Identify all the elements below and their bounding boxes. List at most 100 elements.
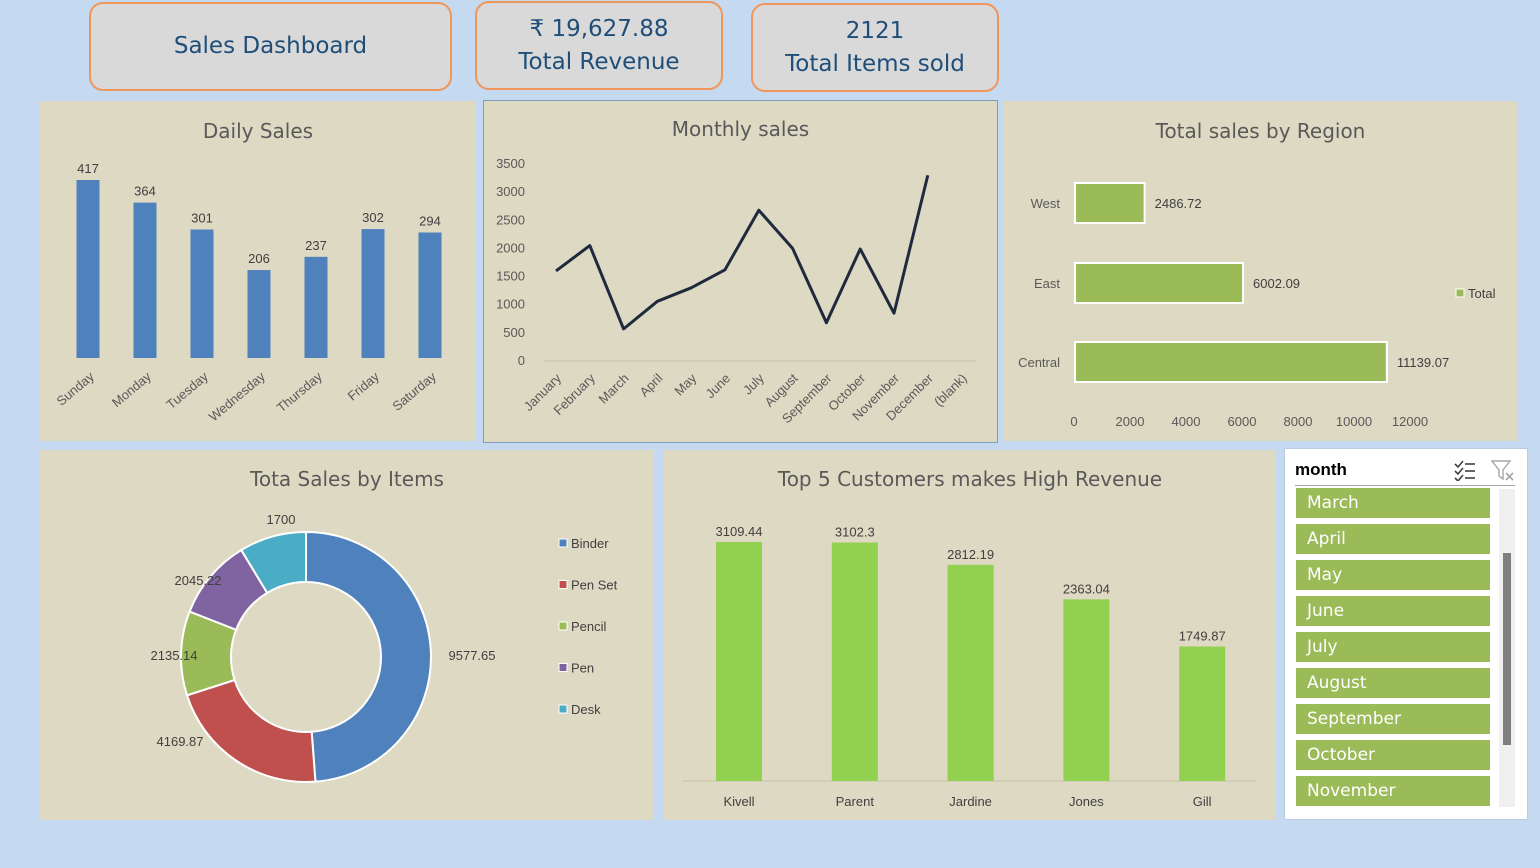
region-x-tick: 10000 bbox=[1336, 414, 1372, 429]
donut-data-label: 2045.22 bbox=[175, 573, 222, 588]
daily-x-tick: Tuesday bbox=[163, 368, 211, 412]
daily-bar bbox=[304, 256, 328, 358]
region-sales-chart: 2486.72 West 6002.09 East 11139.07 Central 0 20… bbox=[1018, 182, 1496, 429]
customer-bar bbox=[1063, 599, 1110, 781]
daily-x-tick: Wednesday bbox=[206, 368, 268, 424]
daily-data-label: 417 bbox=[77, 161, 99, 176]
donut-legend-label: Binder bbox=[571, 536, 609, 551]
daily-x-tick: Thursday bbox=[274, 368, 326, 415]
daily-x-tick: Friday bbox=[345, 368, 383, 403]
daily-data-label: 237 bbox=[305, 238, 327, 253]
daily-bar bbox=[418, 232, 442, 358]
customer-x-tick: Gill bbox=[1193, 794, 1212, 809]
monthly-x-tick: May bbox=[671, 370, 699, 398]
region-bar bbox=[1074, 262, 1245, 304]
region-legend-label: Total bbox=[1468, 286, 1496, 301]
donut-slice bbox=[185, 678, 317, 783]
customer-data-label: 1749.87 bbox=[1179, 629, 1226, 644]
monthly-x-tick: June bbox=[703, 371, 734, 402]
region-x-tick: 6000 bbox=[1228, 414, 1257, 429]
daily-x-tick: Monday bbox=[109, 368, 154, 410]
multi-select-icon[interactable] bbox=[1453, 459, 1477, 481]
region-x-tick: 2000 bbox=[1116, 414, 1145, 429]
donut-data-label: 9577.65 bbox=[449, 648, 496, 663]
monthly-x-tick: April bbox=[637, 370, 666, 399]
monthly-y-tick: 1500 bbox=[496, 269, 525, 284]
slicer-item-october[interactable]: October bbox=[1295, 739, 1491, 771]
items-sales-panel[interactable]: Tota Sales by Items 9577.65 4169.87 2135.1… bbox=[40, 450, 654, 820]
slicer-item-march[interactable]: March bbox=[1295, 487, 1491, 519]
total-revenue-value: ₹ 19,627.88 bbox=[529, 15, 669, 42]
total-items-card: 2121 Total Items sold bbox=[751, 3, 999, 92]
daily-x-tick: Saturday bbox=[389, 368, 439, 413]
slicer-item-may[interactable]: May bbox=[1295, 559, 1491, 591]
slicer-title: month bbox=[1295, 460, 1347, 479]
total-items-label: Total Items sold bbox=[785, 50, 965, 77]
daily-data-label: 301 bbox=[191, 211, 213, 226]
customer-bar bbox=[716, 542, 762, 781]
customer-bar bbox=[831, 542, 878, 781]
month-slicer[interactable]: month March April May June July August Septemb… bbox=[1284, 448, 1528, 820]
daily-sales-panel[interactable]: Daily Sales 417 Sunday 364 Monday 301 Tuesday… bbox=[40, 101, 476, 441]
monthly-y-tick: 2000 bbox=[496, 240, 525, 255]
customer-bar bbox=[947, 564, 994, 781]
customer-x-tick: Kivell bbox=[723, 794, 754, 809]
dashboard-title-card: Sales Dashboard bbox=[89, 2, 452, 91]
slicer-item-september[interactable]: September bbox=[1295, 703, 1491, 735]
donut-data-label: 1700 bbox=[267, 512, 296, 527]
daily-bar bbox=[247, 270, 271, 358]
donut-slice bbox=[305, 530, 432, 783]
region-y-tick: West bbox=[1031, 196, 1061, 211]
donut-data-label: 4169.87 bbox=[157, 734, 204, 749]
monthly-sales-panel[interactable]: Monthly sales 0 500 1000 1500 2000 2500 3000 35… bbox=[483, 100, 998, 443]
total-items-value: 2121 bbox=[845, 17, 905, 44]
customer-data-label: 3102.3 bbox=[835, 525, 875, 540]
clear-filter-icon[interactable] bbox=[1491, 459, 1515, 481]
customer-x-tick: Jones bbox=[1069, 794, 1104, 809]
region-data-label: 11139.07 bbox=[1397, 355, 1449, 370]
customer-data-label: 2363.04 bbox=[1063, 581, 1110, 596]
daily-data-label: 364 bbox=[134, 184, 156, 199]
slicer-item-august[interactable]: August bbox=[1295, 667, 1491, 699]
donut-legend-label: Pen Set bbox=[571, 578, 618, 593]
monthly-y-tick: 0 bbox=[518, 353, 525, 368]
daily-bar bbox=[361, 229, 385, 358]
slicer-item-april[interactable]: April bbox=[1295, 523, 1491, 555]
customer-bar bbox=[1179, 646, 1226, 781]
monthly-sales-chart: 0500100015002000250030003500JanuaryFebru… bbox=[496, 156, 976, 426]
slicer-item-june[interactable]: June bbox=[1295, 595, 1491, 627]
customers-panel[interactable]: Top 5 Customers makes High Revenue 3109.… bbox=[664, 450, 1276, 820]
region-x-tick: 8000 bbox=[1284, 414, 1313, 429]
daily-bar bbox=[133, 202, 157, 358]
customer-x-tick: Jardine bbox=[949, 794, 992, 809]
customer-x-tick: Parent bbox=[836, 794, 875, 809]
monthly-y-tick: 3000 bbox=[496, 184, 525, 199]
donut-legend-marker bbox=[558, 663, 568, 672]
donut-legend-marker bbox=[558, 704, 568, 714]
daily-data-label: 206 bbox=[248, 251, 270, 266]
total-revenue-label: Total Revenue bbox=[518, 48, 680, 75]
monthly-y-tick: 1000 bbox=[496, 297, 525, 312]
dashboard-title: Sales Dashboard bbox=[173, 33, 368, 59]
region-y-tick: East bbox=[1034, 276, 1060, 291]
daily-sales-chart: 417 Sunday 364 Monday 301 Tuesday 206 Wednesday… bbox=[54, 161, 442, 424]
slicer-scroll-thumb[interactable] bbox=[1503, 553, 1511, 745]
monthly-x-tick: (blank) bbox=[931, 371, 970, 410]
donut-legend-marker bbox=[558, 580, 568, 589]
daily-data-label: 294 bbox=[419, 214, 441, 229]
monthly-x-tick: July bbox=[740, 370, 767, 397]
donut-legend-marker bbox=[558, 538, 568, 548]
region-sales-panel[interactable]: Total sales by Region 2486.72 West 6002.09… bbox=[1004, 101, 1517, 441]
monthly-y-tick: 2500 bbox=[496, 212, 525, 227]
slicer-item-november[interactable]: November bbox=[1295, 775, 1491, 807]
region-data-label: 2486.72 bbox=[1155, 196, 1202, 211]
daily-bar bbox=[76, 180, 100, 358]
donut-data-label: 2135.14 bbox=[151, 648, 198, 663]
region-x-tick: 0 bbox=[1070, 414, 1077, 429]
monthly-y-tick: 3500 bbox=[496, 156, 525, 171]
region-x-tick: 12000 bbox=[1392, 414, 1428, 429]
region-y-tick: Central bbox=[1018, 355, 1060, 370]
customer-data-label: 2812.19 bbox=[947, 547, 994, 562]
slicer-item-july[interactable]: July bbox=[1295, 631, 1491, 663]
daily-bar bbox=[190, 229, 214, 358]
